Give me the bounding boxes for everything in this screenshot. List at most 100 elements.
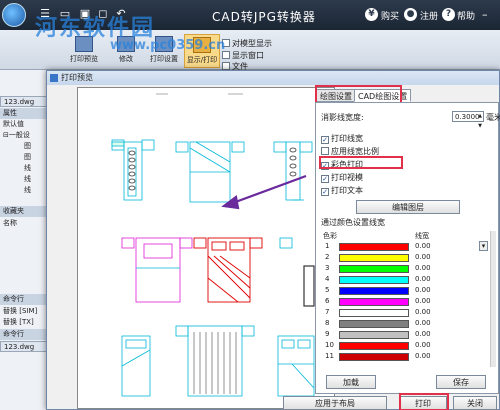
- property-item[interactable]: 线: [0, 163, 48, 174]
- dialog-titlebar: 打印预览: [47, 71, 499, 85]
- print-preview-dialog: 打印预览 绘图设置 CAD绘图设置 消影线宽度: 0.3000 ▲ ▼ 毫米 ✓…: [46, 70, 500, 410]
- edit-layer-button[interactable]: 编辑图层: [356, 200, 460, 214]
- color-row[interactable]: 9 0.00: [321, 329, 489, 340]
- linewidth-label: 消影线宽度:: [321, 113, 364, 122]
- buy-link[interactable]: 购买: [381, 9, 399, 22]
- property-item[interactable]: 线: [0, 185, 48, 196]
- color-row[interactable]: 10 0.00: [321, 340, 489, 351]
- table-scrollbar[interactable]: [490, 231, 496, 367]
- color-swatch[interactable]: [339, 276, 409, 284]
- color-swatch[interactable]: [339, 309, 409, 317]
- color-row[interactable]: 4 0.00: [321, 274, 489, 285]
- checkbox-checked-icon: ✓: [321, 136, 329, 144]
- linewidth-value[interactable]: 0.00: [415, 329, 431, 340]
- command-line-entry: 替换 [TX]: [3, 318, 34, 326]
- watermark-url: www.pc0359.cn: [110, 38, 226, 53]
- color-row[interactable]: 7 0.00: [321, 307, 489, 318]
- show-model-option[interactable]: 对模型显示: [222, 38, 272, 49]
- dialog-button-bar: 应用于布局 打印 关闭: [47, 393, 499, 410]
- minimize-icon[interactable]: –: [482, 8, 488, 21]
- color-index: 3: [325, 264, 330, 272]
- color-row[interactable]: 3 0.00: [321, 263, 489, 274]
- apply-to-layout-button[interactable]: 应用于布局: [283, 396, 387, 410]
- load-button[interactable]: 加载: [326, 375, 376, 389]
- color-swatch[interactable]: [339, 320, 409, 328]
- color-swatch[interactable]: [339, 265, 409, 273]
- linewidth-value[interactable]: 0.00: [415, 241, 431, 252]
- properties-header: 属性: [0, 108, 48, 119]
- linewidth-value[interactable]: 0.00: [415, 351, 431, 362]
- color-index: 9: [325, 330, 330, 338]
- dropdown-arrow-icon[interactable]: ▾: [479, 241, 488, 251]
- linewidth-value[interactable]: 0.00: [415, 318, 431, 329]
- linewidth-value[interactable]: 0.00: [415, 340, 431, 351]
- linewidth-value[interactable]: 0.00: [415, 252, 431, 263]
- command-line-header: 命令行: [0, 294, 48, 305]
- buy-icon[interactable]: ¥: [365, 8, 378, 21]
- linewidth-value[interactable]: 0.00: [415, 296, 431, 307]
- color-index: 11: [325, 352, 334, 360]
- show-window-option[interactable]: 显示窗口: [222, 50, 264, 61]
- property-item[interactable]: 线: [0, 174, 48, 185]
- left-panel: 123.dwg 属性 默认值 ⊟一般设 图 图 线 线 线 收藏夹 名称 命令行…: [0, 70, 48, 410]
- general-group[interactable]: ⊟一般设: [0, 130, 48, 141]
- color-index: 4: [325, 275, 330, 283]
- color-row[interactable]: 11 0.00: [321, 351, 489, 362]
- spin-arrows-icon[interactable]: ▲ ▼: [478, 111, 482, 131]
- color-index: 2: [325, 253, 330, 261]
- color-index: 5: [325, 286, 330, 294]
- color-row[interactable]: 5 0.00: [321, 285, 489, 296]
- color-swatch[interactable]: [339, 342, 409, 350]
- color-linewidth-table: 色彩 线宽 1 0.00 ▾ 2 0.00 3 0.00 4 0.00 5 0.00 6 0.00 7 0.…: [321, 231, 489, 362]
- color-index: 1: [325, 242, 330, 250]
- save-button[interactable]: 保存: [436, 375, 486, 389]
- color-linewidth-section-label: 通过颜色设置线宽: [321, 218, 385, 227]
- print-button-highlight-box: [399, 393, 449, 410]
- name-label: 名称: [3, 219, 17, 227]
- close-button[interactable]: 关闭: [453, 396, 497, 410]
- favorites-header: 收藏夹: [0, 206, 48, 217]
- checkbox-icon: [222, 62, 230, 70]
- app-logo: [2, 3, 26, 27]
- color-swatch[interactable]: [339, 331, 409, 339]
- color-swatch[interactable]: [339, 298, 409, 306]
- linewidth-value[interactable]: 0.00: [415, 285, 431, 296]
- color-swatch[interactable]: [339, 243, 409, 251]
- dialog-title: 打印预览: [61, 73, 93, 82]
- help-link[interactable]: 帮助: [457, 9, 475, 22]
- file-tab[interactable]: 123.dwg: [0, 341, 48, 352]
- print-viewport-checkbox[interactable]: ✓ 打印视模: [321, 172, 363, 183]
- checkbox-checked-icon: ✓: [321, 188, 329, 196]
- command-line-header: 命令行: [0, 329, 48, 340]
- color-rows: 1 0.00 ▾ 2 0.00 3 0.00 4 0.00 5 0.00 6 0.00 7 0.00 8 0.0…: [321, 241, 489, 362]
- color-row[interactable]: 6 0.00: [321, 296, 489, 307]
- table-header: 色彩 线宽: [321, 231, 489, 241]
- dialog-icon: [50, 74, 58, 82]
- color-column-header: 色彩: [323, 232, 337, 240]
- help-icon[interactable]: ?: [442, 8, 455, 21]
- color-row[interactable]: 8 0.00: [321, 318, 489, 329]
- file-tab[interactable]: 123.dwg: [0, 96, 48, 107]
- color-row[interactable]: 2 0.00: [321, 252, 489, 263]
- linewidth-value[interactable]: 0.00: [415, 307, 431, 318]
- app-title: CAD转JPG转换器: [212, 10, 316, 24]
- linewidth-spinbox[interactable]: 0.3000 ▲ ▼: [452, 111, 484, 129]
- linewidth-value[interactable]: 0.00: [415, 263, 431, 274]
- property-item[interactable]: 图: [0, 152, 48, 163]
- print-text-checkbox[interactable]: ✓ 打印文本: [321, 185, 363, 196]
- color-swatch[interactable]: [339, 254, 409, 262]
- color-print-highlight-box: [319, 156, 403, 169]
- color-row[interactable]: 1 0.00 ▾: [321, 241, 489, 252]
- property-item[interactable]: 图: [0, 141, 48, 152]
- color-swatch[interactable]: [339, 353, 409, 361]
- register-link[interactable]: 注册: [420, 9, 438, 22]
- linewidth-unit: 毫米: [486, 113, 500, 122]
- color-index: 7: [325, 308, 330, 316]
- width-column-header: 线宽: [415, 232, 429, 240]
- color-index: 6: [325, 297, 330, 305]
- cad-draw-settings-body: 消影线宽度: 0.3000 ▲ ▼ 毫米 ✓ 打印线宽 应用线宽比例 ✓ 彩色打印 ✓ 打…: [315, 102, 500, 394]
- linewidth-value[interactable]: 0.00: [415, 274, 431, 285]
- color-swatch[interactable]: [339, 287, 409, 295]
- print-linewidth-checkbox[interactable]: ✓ 打印线宽: [321, 133, 363, 144]
- register-icon[interactable]: ●: [404, 8, 417, 21]
